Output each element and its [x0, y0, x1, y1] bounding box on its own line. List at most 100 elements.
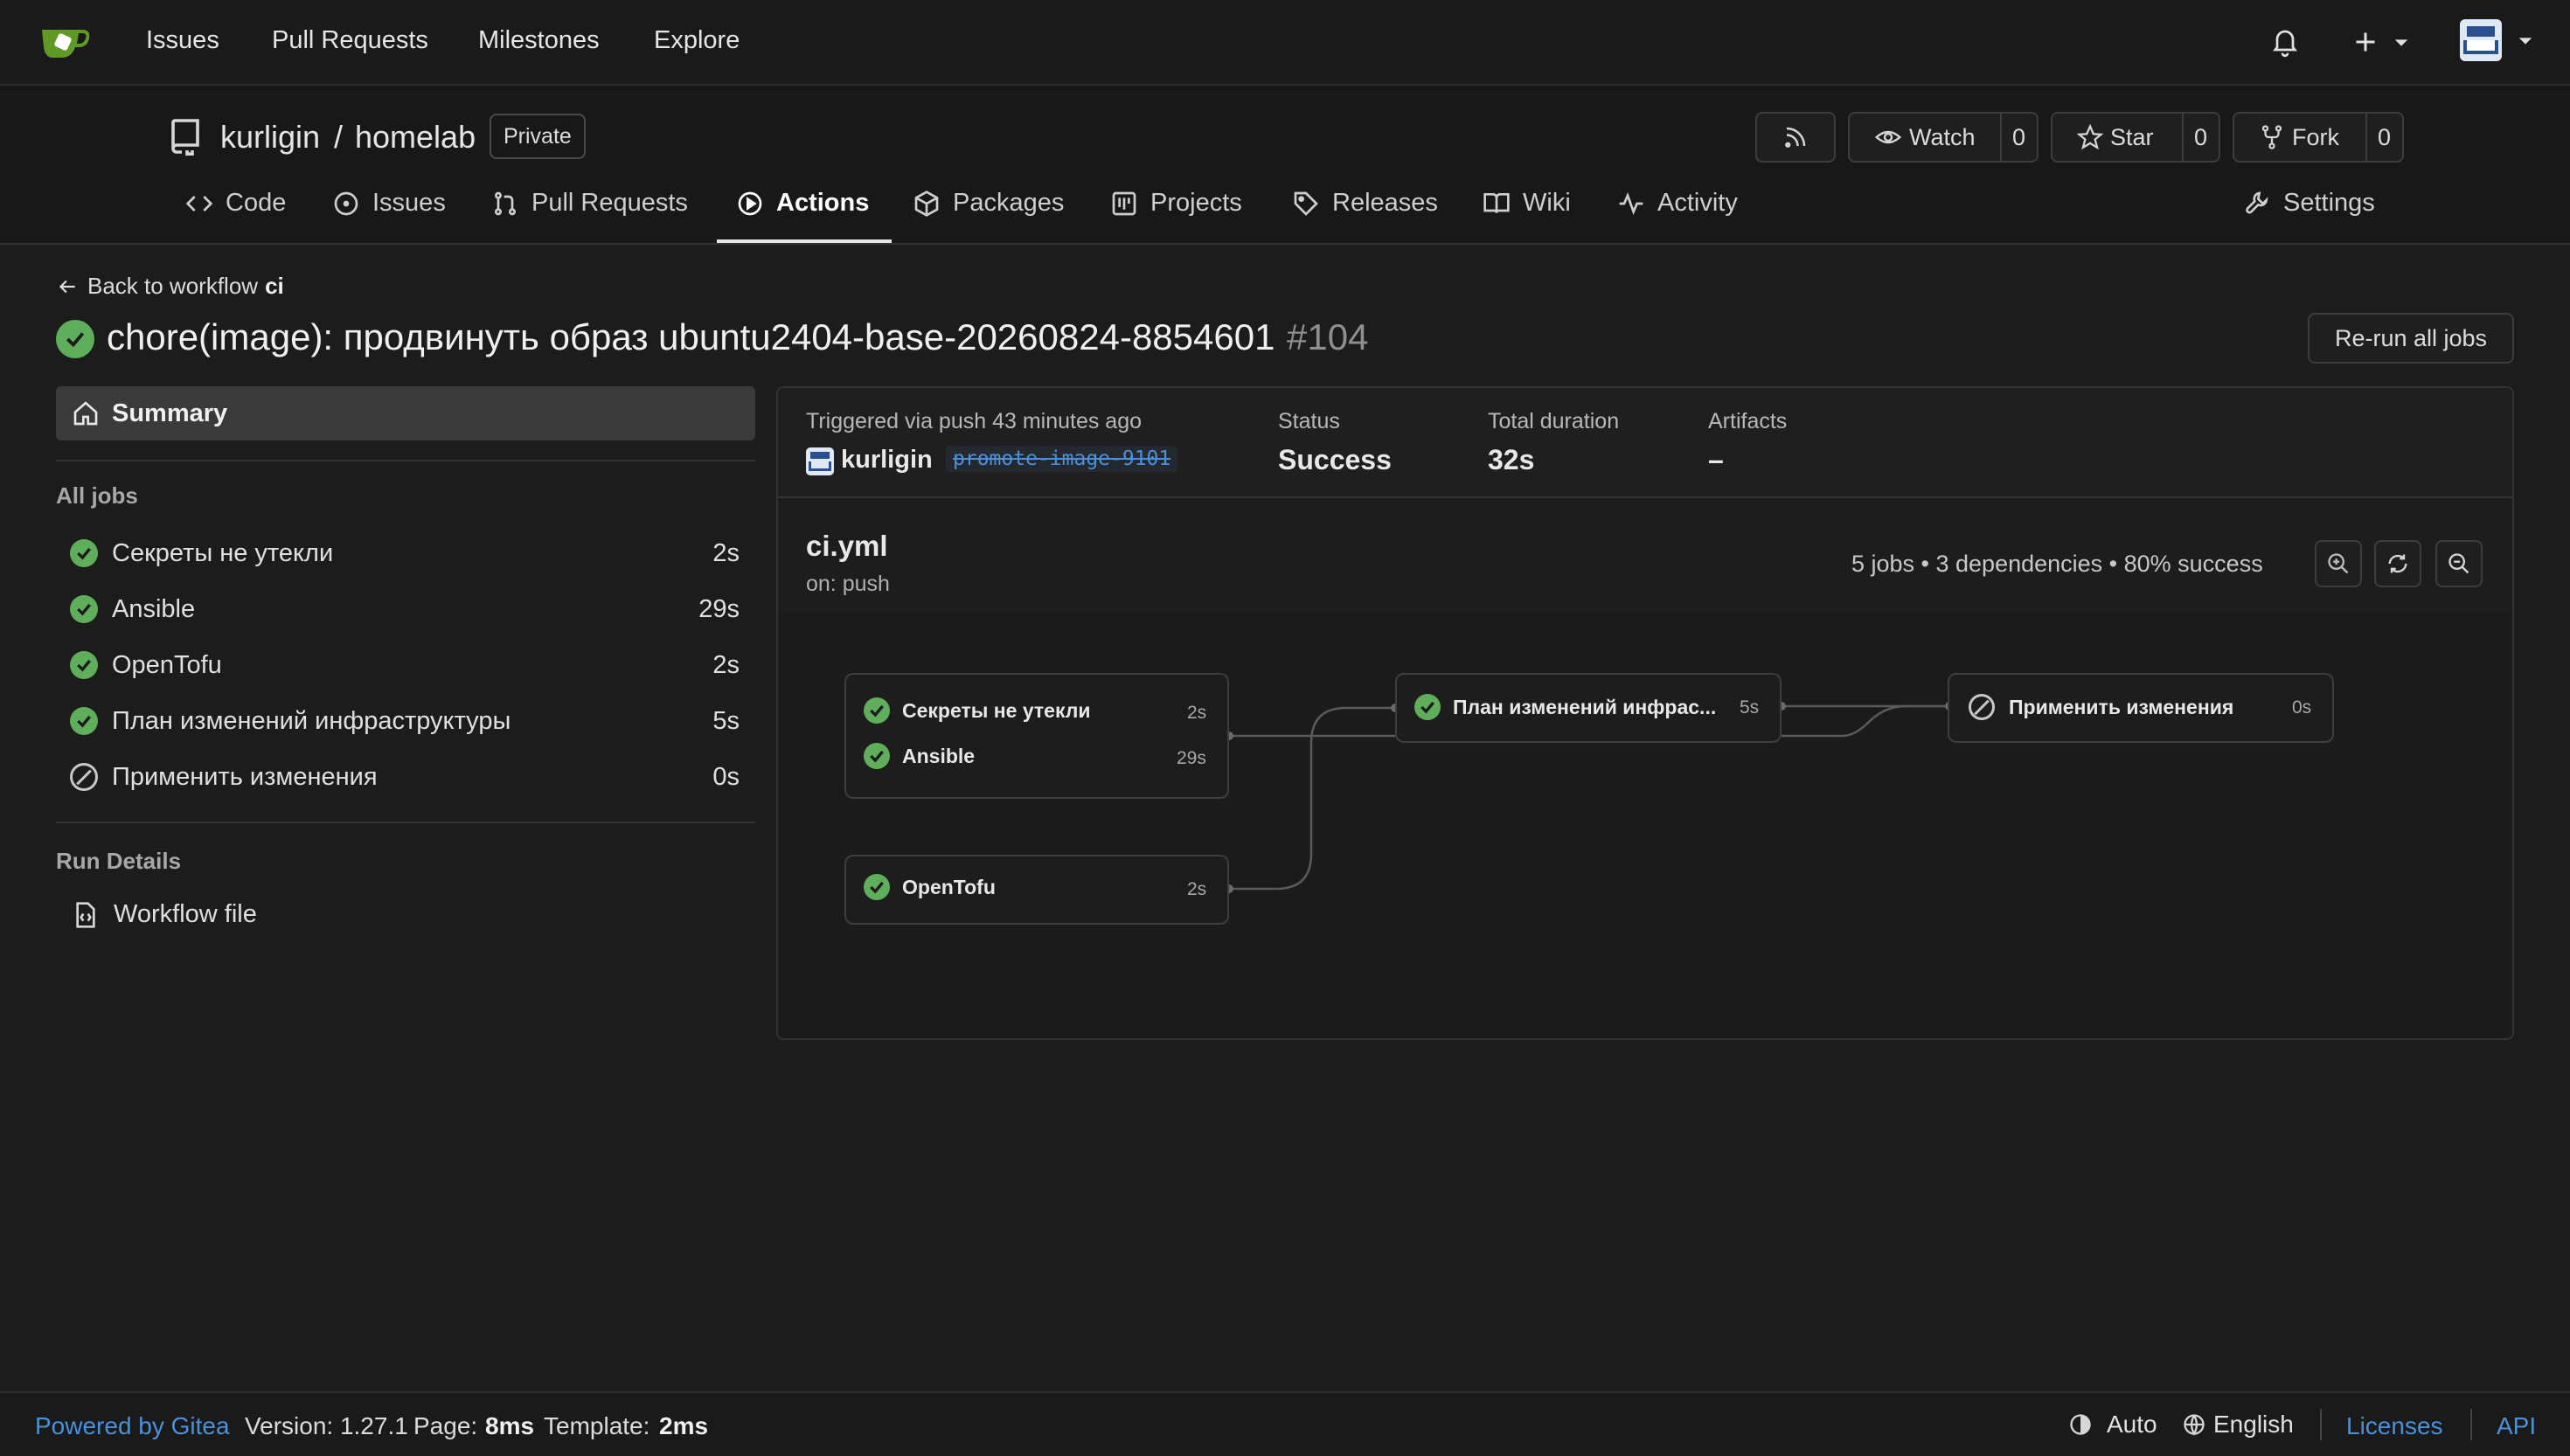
tab-pull-requests[interactable]: Pull Requests: [491, 189, 688, 218]
tab-issues[interactable]: Issues: [332, 189, 446, 218]
book-icon: [1483, 192, 1510, 213]
file-code-icon: [76, 901, 95, 928]
repo-header: [0, 86, 2570, 245]
sidebar-divider: [56, 822, 755, 823]
zoom-out-button[interactable]: [2435, 540, 2483, 587]
check-circle-icon: [1414, 694, 1441, 720]
zoom-out-icon: [2448, 553, 2469, 574]
create-menu[interactable]: [2350, 26, 2420, 58]
project-icon: [1112, 191, 1136, 215]
status-label: Status: [1278, 409, 1340, 433]
api-link[interactable]: API: [2497, 1412, 2536, 1440]
chevron-down-icon: [2518, 38, 2532, 45]
graph-job-ansible-duration: 29s: [1177, 748, 1206, 768]
home-icon: [73, 401, 98, 426]
star-icon: [2077, 124, 2103, 150]
graph-job-secrets-duration: 2s: [1187, 703, 1207, 723]
skip-icon: [1969, 694, 1995, 720]
duration-label: Total duration: [1488, 409, 1620, 433]
artifacts-label: Artifacts: [1708, 409, 1788, 433]
zoom-in-button[interactable]: [2315, 540, 2362, 587]
star-count[interactable]: 0: [2194, 124, 2207, 151]
tab-activity[interactable]: Activity: [1617, 189, 1738, 218]
trigger-user-link[interactable]: kurligin: [841, 446, 933, 475]
graph-job-opentofu: OpenTofu: [864, 874, 996, 900]
footer-template-time: 2ms: [659, 1412, 709, 1439]
graph-job-opentofu-duration: 2s: [1187, 879, 1207, 899]
check-circle-icon: [70, 707, 98, 735]
rerun-all-jobs-button[interactable]: Re-run all jobs: [2308, 313, 2514, 364]
package-icon: [914, 190, 939, 217]
theme-selector[interactable]: Auto: [2068, 1411, 2157, 1439]
gitea-logo-icon[interactable]: [38, 21, 93, 61]
plus-icon: [2356, 32, 2375, 52]
fork-button[interactable]: Fork 0: [2233, 112, 2404, 163]
graph-job-ansible[interactable]: Ansible: [864, 743, 975, 769]
run-status-icon: [56, 320, 94, 358]
tag-icon: [1294, 191, 1318, 216]
bell-icon[interactable]: [2269, 26, 2301, 58]
sidebar-divider: [56, 460, 755, 461]
check-circle-icon: [864, 697, 890, 724]
check-circle-icon: [864, 874, 890, 900]
workflow-trigger: on: push: [806, 572, 890, 596]
repo-icon: [168, 117, 203, 159]
nav-pull-requests[interactable]: Pull Requests: [272, 26, 428, 55]
nav-milestones[interactable]: Milestones: [478, 26, 600, 55]
artifacts-value: –: [1708, 444, 1724, 475]
language-selector[interactable]: English: [2182, 1411, 2294, 1439]
tab-releases[interactable]: Releases: [1292, 189, 1438, 218]
avatar: [2460, 19, 2502, 61]
chevron-down-icon: [2394, 39, 2408, 46]
branch-link[interactable]: promote-image-9101: [946, 446, 1178, 472]
tab-actions[interactable]: Actions: [736, 189, 869, 218]
back-to-workflow-link[interactable]: Back to workflow ci: [56, 273, 284, 300]
repo-name-link[interactable]: homelab: [355, 119, 476, 156]
graph-job-secrets[interactable]: Секреты не утекли: [864, 697, 1091, 724]
star-button[interactable]: Star 0: [2051, 112, 2220, 163]
sidebar-job-opentofu[interactable]: OpenTofu 2s: [70, 648, 740, 683]
tab-packages[interactable]: Packages: [913, 189, 1064, 218]
footer-page-prefix: Page:: [413, 1412, 478, 1439]
sidebar-job-apply[interactable]: Применить изменения 0s: [70, 759, 740, 794]
footer-divider: [2470, 1409, 2472, 1440]
footer-page-time: 8ms: [485, 1412, 535, 1439]
licenses-link[interactable]: Licenses: [2346, 1412, 2443, 1440]
tab-code[interactable]: Code: [185, 189, 286, 218]
graph-job-plan-duration: 5s: [1740, 697, 1760, 718]
sidebar-job-secrets[interactable]: Секреты не утекли 2s: [70, 536, 740, 571]
summary-item[interactable]: Summary: [56, 386, 755, 440]
check-circle-icon: [70, 595, 98, 623]
fork-label: Fork: [2292, 123, 2339, 150]
workflow-file-link[interactable]: Workflow file: [72, 900, 257, 929]
nav-issues[interactable]: Issues: [146, 26, 219, 55]
trigger-avatar: [806, 447, 834, 475]
check-circle-icon: [864, 743, 890, 769]
rss-button[interactable]: [1755, 112, 1836, 163]
tools-icon: [2246, 191, 2268, 213]
fork-count[interactable]: 0: [2378, 124, 2391, 151]
sync-icon: [2388, 554, 2407, 573]
graph-job-apply-duration: 0s: [2292, 697, 2312, 718]
footer-version: Version: 1.27.1: [245, 1412, 408, 1439]
globe-icon: [2184, 1414, 2205, 1436]
user-menu[interactable]: [2460, 19, 2535, 65]
watch-button[interactable]: Watch 0: [1848, 112, 2039, 163]
duration-value: 32s: [1488, 444, 1535, 475]
top-navbar: Issues Pull Requests Milestones Explore: [0, 0, 2570, 86]
watch-count[interactable]: 0: [2012, 124, 2025, 151]
tab-wiki[interactable]: Wiki: [1483, 189, 1571, 218]
graph-job-apply: Применить изменения: [1969, 694, 2233, 720]
nav-explore[interactable]: Explore: [654, 26, 740, 55]
all-jobs-heading: All jobs: [56, 482, 138, 509]
tab-settings[interactable]: Settings: [2243, 189, 2375, 218]
sidebar-job-ansible[interactable]: Ansible 29s: [70, 592, 740, 627]
repo-owner-link[interactable]: kurligin: [220, 119, 320, 156]
reset-view-button[interactable]: [2374, 540, 2421, 587]
sidebar-job-plan[interactable]: План изменений инфраструктуры 5s: [70, 704, 740, 738]
play-icon: [738, 191, 762, 215]
repo-separator: /: [334, 119, 344, 155]
issue-icon: [334, 191, 358, 215]
powered-by-link[interactable]: Powered by Gitea: [35, 1412, 230, 1440]
tab-projects[interactable]: Projects: [1110, 189, 1242, 218]
